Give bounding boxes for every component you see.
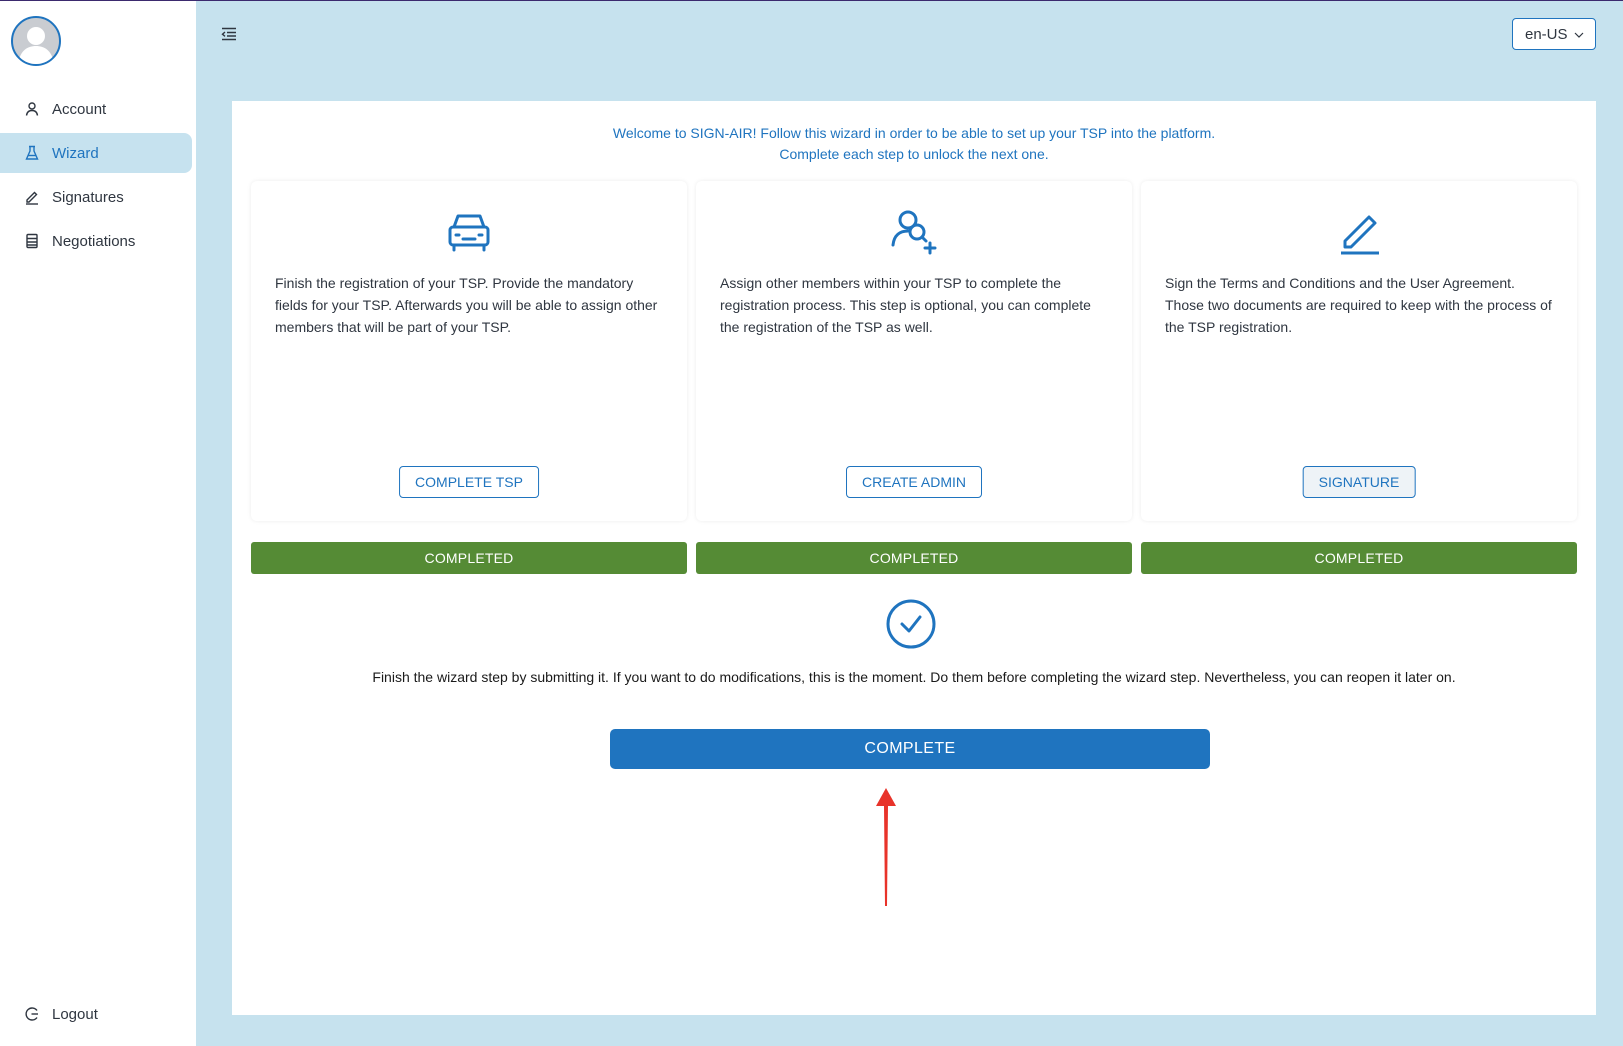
ledger-icon bbox=[24, 233, 40, 249]
avatar-placeholder-icon bbox=[18, 27, 54, 64]
car-icon bbox=[443, 205, 495, 257]
sidebar-item-wizard[interactable]: Wizard bbox=[0, 133, 192, 173]
sidebar-nav: Account Wizard Signatures Negotiations bbox=[0, 89, 196, 265]
card-description: Finish the registration of your TSP. Pro… bbox=[275, 275, 658, 335]
complete-tsp-button[interactable]: COMPLETE TSP bbox=[399, 466, 539, 498]
check-circle-icon bbox=[885, 598, 937, 650]
chevron-down-icon bbox=[1573, 28, 1585, 40]
wizard-panel: Welcome to SIGN-AIR! Follow this wizard … bbox=[232, 101, 1596, 1015]
intro-line-2: Complete each step to unlock the next on… bbox=[779, 146, 1049, 162]
add-user-icon bbox=[888, 205, 940, 257]
logout-icon bbox=[24, 1006, 40, 1022]
sidebar-item-label: Wizard bbox=[52, 144, 99, 162]
logout-button[interactable]: Logout bbox=[0, 996, 196, 1032]
status-badge: COMPLETED bbox=[1141, 542, 1577, 574]
sidebar: Account Wizard Signatures Negotiations L… bbox=[0, 1, 196, 1046]
main-area: en-US Welcome to SIGN-AIR! Follow this w… bbox=[196, 1, 1623, 1046]
sidebar-item-label: Negotiations bbox=[52, 232, 136, 250]
create-admin-button[interactable]: CREATE ADMIN bbox=[846, 466, 982, 498]
complete-button[interactable]: COMPLETE bbox=[610, 729, 1210, 769]
signature-button[interactable]: SIGNATURE bbox=[1302, 466, 1416, 498]
user-icon bbox=[24, 101, 40, 117]
wizard-card-tsp: Finish the registration of your TSP. Pro… bbox=[251, 181, 687, 521]
intro-line-1: Welcome to SIGN-AIR! Follow this wizard … bbox=[612, 125, 1216, 141]
card-description: Assign other members within your TSP to … bbox=[720, 275, 1091, 335]
finish-instructions: Finish the wizard step by submitting it.… bbox=[372, 669, 1456, 685]
status-badge: COMPLETED bbox=[251, 542, 687, 574]
status-badge: COMPLETED bbox=[696, 542, 1132, 574]
flask-icon bbox=[24, 145, 40, 161]
collapse-sidebar-icon[interactable] bbox=[220, 25, 238, 43]
sidebar-item-negotiations[interactable]: Negotiations bbox=[0, 221, 192, 261]
language-value: en-US bbox=[1525, 25, 1568, 43]
language-select[interactable]: en-US bbox=[1512, 18, 1596, 50]
sidebar-item-label: Account bbox=[52, 100, 107, 118]
pen-icon bbox=[24, 189, 40, 205]
wizard-card-admin: Assign other members within your TSP to … bbox=[696, 181, 1132, 521]
sidebar-item-signatures[interactable]: Signatures bbox=[0, 177, 192, 217]
wizard-intro: Welcome to SIGN-AIR! Follow this wizard … bbox=[232, 123, 1596, 165]
avatar[interactable] bbox=[11, 16, 61, 66]
wizard-card-signature: Sign the Terms and Conditions and the Us… bbox=[1141, 181, 1577, 521]
card-description: Sign the Terms and Conditions and the Us… bbox=[1165, 275, 1552, 335]
signature-pen-icon bbox=[1333, 205, 1385, 257]
sidebar-item-label: Signatures bbox=[52, 188, 124, 206]
annotation-arrow-icon bbox=[874, 786, 898, 908]
logout-label: Logout bbox=[52, 1005, 98, 1023]
sidebar-item-account[interactable]: Account bbox=[0, 89, 192, 129]
